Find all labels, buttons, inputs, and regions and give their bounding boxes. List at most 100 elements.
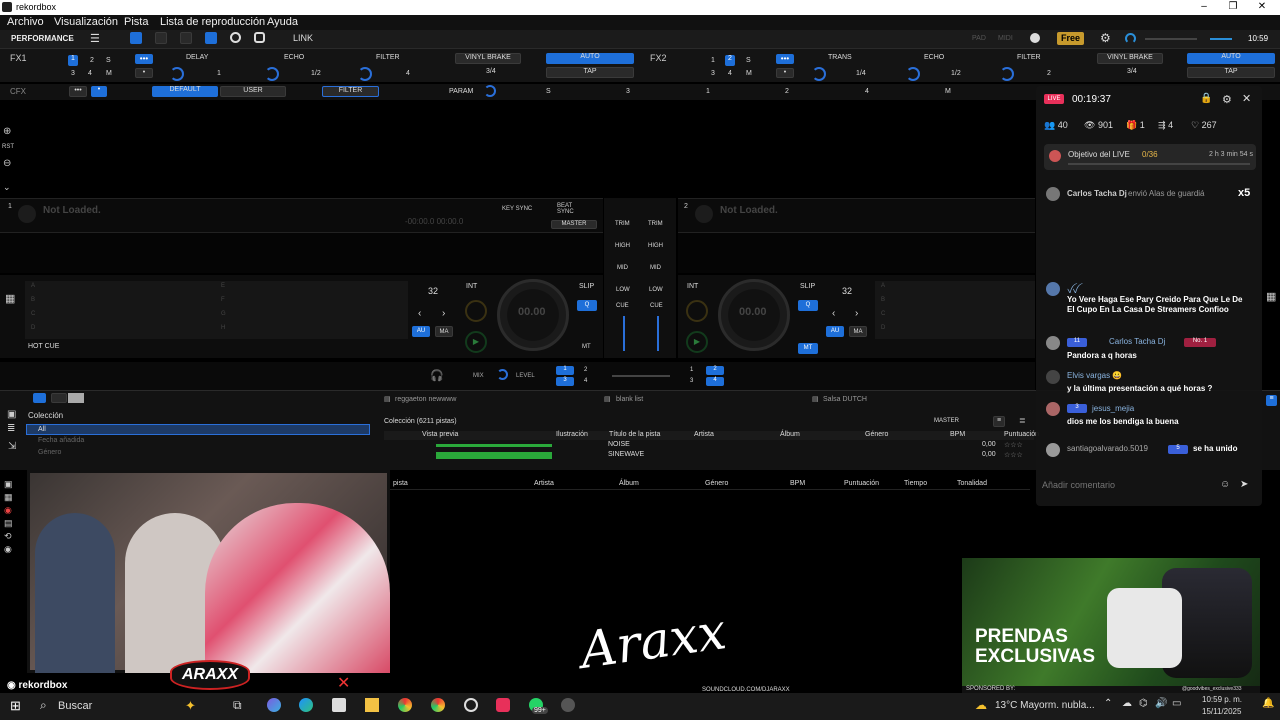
- network-icon[interactable]: ⌬: [1139, 698, 1148, 709]
- tree-genero[interactable]: Género: [38, 449, 61, 456]
- col2-time[interactable]: Tiempo: [904, 480, 927, 487]
- hotcue-a[interactable]: A: [31, 283, 35, 289]
- col-artist[interactable]: Artista: [694, 431, 714, 438]
- cloud-icon[interactable]: ☁: [1122, 698, 1132, 709]
- gear-icon[interactable]: ⚙: [1100, 31, 1111, 45]
- col-album[interactable]: Álbum: [780, 431, 800, 438]
- link-button[interactable]: LINK: [293, 33, 313, 43]
- col2-title[interactable]: pista: [393, 480, 408, 487]
- browser-icon[interactable]: ▣: [4, 478, 16, 491]
- table-row[interactable]: SINEWAVE 0,00 ☆☆☆: [384, 451, 1034, 460]
- right-browser-icon[interactable]: ≡: [1266, 395, 1277, 406]
- deck2-hotcue-c[interactable]: C: [881, 311, 885, 317]
- fx2-knob3[interactable]: [1000, 67, 1014, 81]
- fx1-menu-button[interactable]: •••: [135, 54, 153, 64]
- ch2-right-button[interactable]: 2: [706, 366, 724, 375]
- deck2-hotcue-b[interactable]: B: [881, 297, 885, 303]
- deck1-loop-length[interactable]: 32: [428, 286, 438, 296]
- deck1-keysync[interactable]: KEY SYNC: [502, 206, 532, 212]
- channel-fader-2[interactable]: [657, 316, 659, 351]
- zoom-in-icon[interactable]: ⊕: [3, 126, 11, 137]
- playlist-icon[interactable]: ≣: [7, 423, 15, 434]
- deck1-beatsync[interactable]: BEAT SYNC: [557, 203, 577, 215]
- fx1-tap-button[interactable]: TAP: [546, 67, 634, 78]
- deck2-loop-length[interactable]: 32: [842, 286, 852, 296]
- taskbar-date[interactable]: 15/11/2025: [1202, 707, 1241, 716]
- browser-view3-icon[interactable]: [68, 393, 84, 403]
- playlist-tab-3[interactable]: Salsa DUTCH: [823, 396, 867, 403]
- col2-album[interactable]: Álbum: [619, 480, 639, 487]
- deck1-q-button[interactable]: Q: [577, 300, 597, 311]
- task-view-icon[interactable]: ⧉: [233, 698, 242, 713]
- close-panel-icon[interactable]: ✕: [1242, 92, 1251, 105]
- tree-fecha[interactable]: Fecha añadida: [38, 437, 84, 444]
- settings-icon[interactable]: ⚙: [1222, 93, 1232, 106]
- deck1-slip-button[interactable]: SLIP: [579, 283, 594, 290]
- sampler-icon[interactable]: ▤: [4, 517, 16, 530]
- fx2-dot-button[interactable]: •: [776, 68, 794, 78]
- col-title[interactable]: Título de la pista: [609, 431, 660, 438]
- fx2-chS[interactable]: S: [746, 57, 751, 64]
- lock-icon[interactable]: 🔒: [1200, 93, 1212, 104]
- fx2-slot1[interactable]: TRANS: [828, 54, 852, 61]
- taskbar-time[interactable]: 10:59 p. m.: [1202, 695, 1242, 704]
- headphone-level-knob[interactable]: [497, 369, 508, 380]
- loop-half-icon[interactable]: ‹: [418, 308, 421, 319]
- deck2-int-select[interactable]: INT: [687, 283, 698, 290]
- fx1-slot1[interactable]: DELAY: [186, 54, 208, 61]
- chrome-icon[interactable]: [398, 698, 412, 712]
- edge-icon[interactable]: [299, 698, 313, 712]
- deck2-waveform[interactable]: [678, 232, 1035, 273]
- ch4-right-button[interactable]: 4: [706, 377, 724, 386]
- row2-preview-waveform[interactable]: [436, 452, 552, 459]
- deck1-mt-button[interactable]: MT: [582, 344, 591, 350]
- fx1-slot2[interactable]: ECHO: [284, 54, 304, 61]
- menu-visualizacion[interactable]: Visualización: [54, 16, 118, 28]
- maximize-icon[interactable]: ❐: [1219, 1, 1247, 14]
- headphones-icon[interactable]: 🎧: [430, 369, 444, 382]
- sync-icon[interactable]: [1125, 33, 1136, 44]
- windows-start-icon[interactable]: ⊞: [10, 698, 21, 714]
- deck2-ma-button[interactable]: MA: [849, 326, 867, 337]
- fx2-ch2[interactable]: 2: [725, 55, 735, 66]
- copilot-icon[interactable]: [267, 698, 281, 712]
- chevron-down-icon[interactable]: ⌄: [68, 33, 76, 44]
- chevron-down-icon[interactable]: ⌄: [3, 182, 11, 193]
- crossfader[interactable]: [612, 375, 670, 377]
- emoji-icon[interactable]: ☺: [1220, 479, 1230, 490]
- deck2-au-button[interactable]: AU: [826, 326, 844, 337]
- fx2-slot2[interactable]: ECHO: [924, 54, 944, 61]
- deck2-loop-double-icon[interactable]: ›: [855, 308, 858, 319]
- cue-label-1[interactable]: CUE: [616, 303, 629, 309]
- col-preview[interactable]: Vista previa: [422, 431, 458, 438]
- fx2-chM[interactable]: M: [746, 70, 752, 77]
- col2-bpm[interactable]: BPM: [790, 480, 805, 487]
- cfx-filter-button[interactable]: FILTER: [322, 86, 379, 97]
- fx1-knob1[interactable]: [170, 67, 184, 81]
- deck2-play-pause-icon[interactable]: [686, 300, 708, 322]
- fx2-knob2[interactable]: [906, 67, 920, 81]
- mixer-icon[interactable]: [205, 32, 217, 44]
- cfx-dot-button[interactable]: •: [91, 86, 107, 97]
- playlist-tab-2[interactable]: blank list: [616, 396, 643, 403]
- grid-icon[interactable]: ▦: [4, 491, 16, 504]
- fx2-knob1[interactable]: [812, 67, 826, 81]
- midi-label[interactable]: MIDI: [998, 35, 1013, 42]
- detail-view-icon[interactable]: ≣: [1019, 416, 1026, 425]
- col2-artist[interactable]: Artista: [534, 480, 554, 487]
- fx1-auto-button[interactable]: AUTO: [546, 53, 634, 64]
- list-view-icon[interactable]: ≡: [993, 416, 1005, 427]
- sampler-icon[interactable]: [254, 32, 265, 43]
- ch2-button[interactable]: 2: [584, 367, 587, 373]
- hotcue-d[interactable]: D: [31, 325, 35, 331]
- table-row[interactable]: NOISE 0,00 ☆☆☆: [384, 441, 1034, 450]
- fx1-ch3[interactable]: 3: [71, 70, 75, 77]
- deck1-au-button[interactable]: AU: [412, 326, 430, 337]
- disc-icon[interactable]: ◉: [4, 543, 16, 556]
- deck2-slip-button[interactable]: SLIP: [800, 283, 815, 290]
- row1-rating[interactable]: ☆☆☆: [1004, 441, 1023, 449]
- fx2-ch3[interactable]: 3: [711, 70, 715, 77]
- fx2-auto-button[interactable]: AUTO: [1187, 53, 1275, 64]
- tree-collection[interactable]: Colección: [28, 411, 63, 420]
- row1-preview-waveform[interactable]: [436, 444, 552, 447]
